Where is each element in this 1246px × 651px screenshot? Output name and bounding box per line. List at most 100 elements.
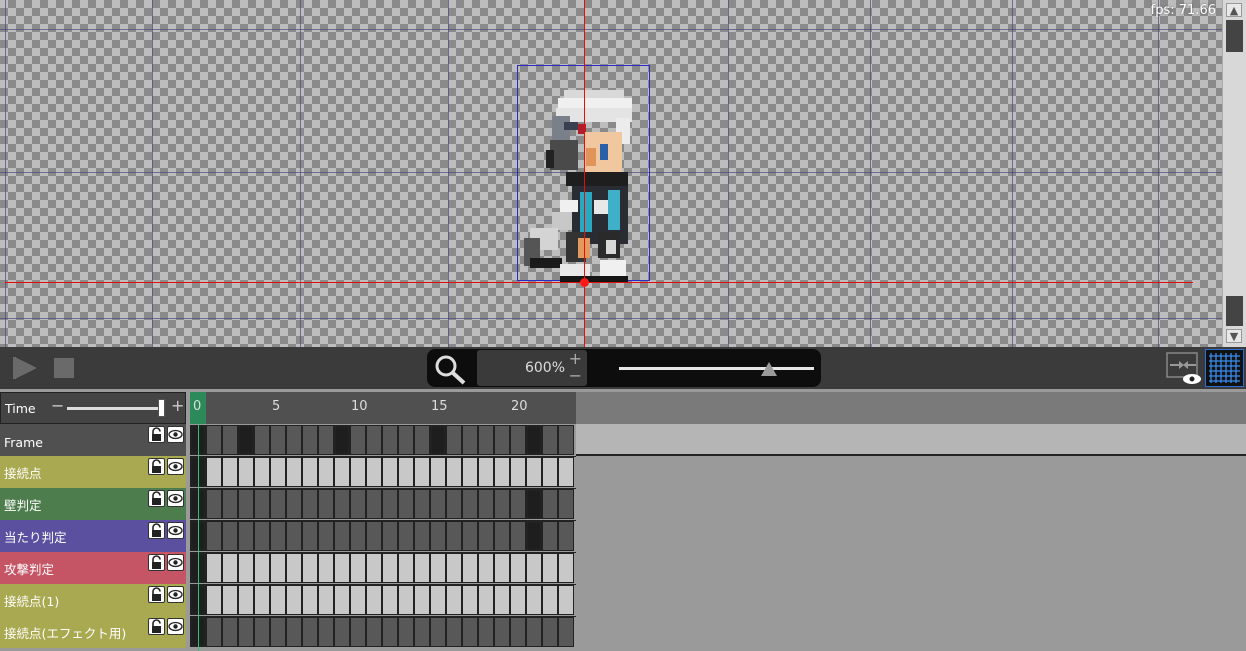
- frame-cell[interactable]: [414, 489, 430, 519]
- frame-cell[interactable]: [222, 617, 238, 647]
- frame-cell[interactable]: [462, 489, 478, 519]
- frame-cell[interactable]: [238, 457, 254, 487]
- frame-cell[interactable]: [206, 425, 222, 455]
- frame-cell[interactable]: [446, 585, 462, 615]
- frame-cell[interactable]: [398, 617, 414, 647]
- frame-cell[interactable]: [286, 553, 302, 583]
- frame-cell[interactable]: [238, 617, 254, 647]
- frame-cell[interactable]: [254, 425, 270, 455]
- canvas-vertical-scrollbar[interactable]: ▲ ▼: [1222, 0, 1246, 347]
- frame-cell[interactable]: [542, 617, 558, 647]
- frame-cell[interactable]: [558, 553, 574, 583]
- sprite-canvas[interactable]: fps: 71.66: [0, 0, 1222, 347]
- frame-cell[interactable]: [558, 521, 574, 551]
- frame-cell[interactable]: [270, 617, 286, 647]
- frame-cell[interactable]: [510, 457, 526, 487]
- eye-icon[interactable]: [167, 618, 184, 635]
- frame-cell[interactable]: [350, 617, 366, 647]
- frame-cell[interactable]: [382, 521, 398, 551]
- frame-cell[interactable]: [254, 457, 270, 487]
- frame-cell[interactable]: [478, 553, 494, 583]
- frame-cell[interactable]: [254, 521, 270, 551]
- origin-point[interactable]: [580, 278, 589, 287]
- frame-cell[interactable]: [558, 489, 574, 519]
- frame-cell[interactable]: [542, 489, 558, 519]
- frame-cell[interactable]: [510, 617, 526, 647]
- frame-cell[interactable]: [430, 457, 446, 487]
- keyframe-cell[interactable]: [334, 425, 350, 455]
- frame-cell[interactable]: [366, 617, 382, 647]
- frame-cell[interactable]: [382, 425, 398, 455]
- frame-cell[interactable]: [542, 553, 558, 583]
- frame-cell[interactable]: [446, 521, 462, 551]
- frame-cell[interactable]: [478, 457, 494, 487]
- lock-icon[interactable]: [148, 522, 165, 539]
- track-header[interactable]: 接続点(エフェクト用): [0, 616, 186, 648]
- frame-cell[interactable]: [334, 553, 350, 583]
- lock-icon[interactable]: [148, 586, 165, 603]
- frame-cell[interactable]: [398, 489, 414, 519]
- frame-cell[interactable]: [270, 489, 286, 519]
- lock-icon[interactable]: [148, 458, 165, 475]
- frame-cell[interactable]: [542, 425, 558, 455]
- frame-cell[interactable]: [254, 617, 270, 647]
- frame-cell[interactable]: [430, 617, 446, 647]
- frame-cell[interactable]: [286, 489, 302, 519]
- frame-cell[interactable]: [270, 553, 286, 583]
- frame-cell[interactable]: [446, 457, 462, 487]
- frame-cell[interactable]: [462, 553, 478, 583]
- frame-cell[interactable]: [286, 457, 302, 487]
- frame-cell[interactable]: [446, 489, 462, 519]
- frame-cell[interactable]: [222, 585, 238, 615]
- frame-cell[interactable]: [478, 425, 494, 455]
- grid-toggle-button[interactable]: [1205, 349, 1244, 387]
- frame-cell[interactable]: [302, 457, 318, 487]
- current-frame-marker[interactable]: 0: [190, 392, 206, 424]
- keyframe-cell[interactable]: [526, 425, 542, 455]
- frame-cell[interactable]: [478, 585, 494, 615]
- frame-cell[interactable]: [286, 521, 302, 551]
- frame-cell[interactable]: [366, 585, 382, 615]
- frame-cell[interactable]: [318, 553, 334, 583]
- frame-cell[interactable]: [222, 489, 238, 519]
- frame-cell[interactable]: [414, 553, 430, 583]
- lock-icon[interactable]: [148, 554, 165, 571]
- time-scale-decrease-button[interactable]: −: [51, 396, 64, 415]
- time-scale-slider-handle[interactable]: [158, 399, 166, 417]
- zoom-button[interactable]: [433, 353, 467, 385]
- frame-cell[interactable]: [302, 425, 318, 455]
- frame-cell[interactable]: [446, 553, 462, 583]
- frame-cell[interactable]: [318, 585, 334, 615]
- frame-cell[interactable]: [510, 521, 526, 551]
- frame-cell[interactable]: [334, 617, 350, 647]
- scroll-thumb-bottom[interactable]: [1226, 296, 1243, 326]
- frame-cell[interactable]: [462, 425, 478, 455]
- frame-ruler[interactable]: 0 5 10 15 20: [190, 392, 576, 424]
- frame-cell[interactable]: [382, 553, 398, 583]
- lock-icon[interactable]: [148, 490, 165, 507]
- track-header[interactable]: Frame: [0, 424, 186, 456]
- frame-cell[interactable]: [494, 457, 510, 487]
- frame-cell[interactable]: [254, 553, 270, 583]
- frame-cell[interactable]: [286, 617, 302, 647]
- frame-cell[interactable]: [542, 521, 558, 551]
- frame-cell[interactable]: [222, 457, 238, 487]
- frame-cell[interactable]: [318, 457, 334, 487]
- frame-cell[interactable]: [270, 457, 286, 487]
- play-button[interactable]: [11, 354, 39, 382]
- keyframe-cell[interactable]: [238, 425, 254, 455]
- frame-cell[interactable]: [526, 457, 542, 487]
- frame-cell[interactable]: [510, 489, 526, 519]
- frame-cell[interactable]: [510, 553, 526, 583]
- frame-cell[interactable]: [254, 585, 270, 615]
- scroll-up-arrow-icon[interactable]: ▲: [1226, 3, 1242, 17]
- frame-cell[interactable]: [334, 489, 350, 519]
- frame-cell[interactable]: [494, 585, 510, 615]
- frame-cell[interactable]: [446, 617, 462, 647]
- frame-cell[interactable]: [302, 617, 318, 647]
- frame-cell[interactable]: [430, 585, 446, 615]
- frame-cell[interactable]: [334, 457, 350, 487]
- zoom-slider-handle[interactable]: [761, 362, 778, 376]
- frame-cell[interactable]: [318, 521, 334, 551]
- eye-icon[interactable]: [167, 458, 184, 475]
